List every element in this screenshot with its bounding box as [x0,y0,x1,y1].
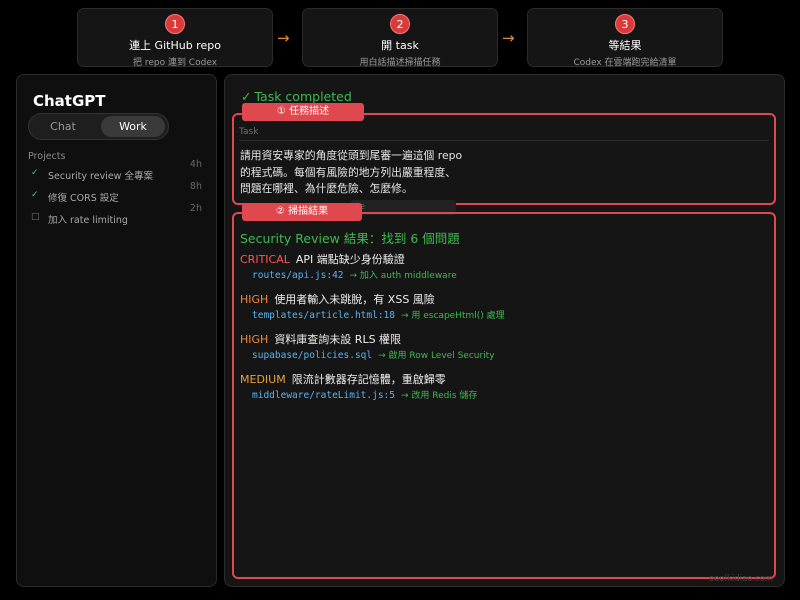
checkmark-icon: ✓ [31,168,39,178]
task-line: 請用資安專家的角度從頭到尾審一遍這個 repo [240,149,463,162]
projects-label: Projects [28,151,66,162]
fix-hint: → 改用 Redis 儲存 [401,391,478,401]
issue-detail: routes/api.js:42 → 加入 auth middleware [252,268,457,281]
issue-heading: CRITICAL API 端點缺少身份驗證 [240,251,405,267]
step-subtitle: 把 repo 連到 Codex [132,58,218,68]
toggle-chat[interactable]: Chat [31,116,95,137]
fix-hint: → 加入 auth middleware [349,271,457,281]
issue-detail: templates/article.html:18 → 用 escapeHtml(… [252,308,505,321]
fix-hint: → 啟用 Row Level Security [378,351,495,361]
sidebar: ChatGPT Chat Work Projects ✓ Security re… [16,74,217,587]
step-title: 連上 GitHub repo [129,39,221,52]
file-path[interactable]: middleware/rateLimit.js:5 [252,390,395,401]
step-3-card: 3 等結果 Codex 在雲端跑完給清單 [527,8,723,68]
arrow-right-icon: → [277,29,290,47]
step-subtitle: 用白話描述掃描任務 [359,58,441,68]
project-time: 4h [189,159,202,170]
brand-title: ChatGPT [33,92,106,110]
project-item[interactable]: □ 加入 rate limiting 2h [28,203,208,227]
file-path[interactable]: routes/api.js:42 [252,270,344,281]
issue-heading: MEDIUM 限流計數器存記憶體，重啟歸零 [240,371,446,387]
step-number-badge: 3 [615,14,635,34]
pending-box-icon: □ [31,212,40,222]
task-label: Task [239,127,259,137]
issue-title: 限流計數器存記憶體，重啟歸零 [291,373,446,386]
issue-detail: middleware/rateLimit.js:5 → 改用 Redis 儲存 [252,388,477,401]
task-tag: ① 任務描述 [242,103,364,121]
file-path[interactable]: templates/article.html:18 [252,310,395,321]
task-line: 問題在哪裡、為什麼危險、怎麼修。 [240,182,413,195]
fix-hint: → 用 escapeHtml() 處理 [401,311,505,321]
issue-title: API 端點缺少身份驗證 [295,253,405,266]
watermark: ooolkidiao.com [709,574,774,584]
mode-toggle[interactable]: Chat Work [28,113,169,140]
step-2-card: 2 開 task 用白話描述掃描任務 [302,8,498,68]
project-name: 修復 CORS 設定 [48,193,119,204]
result-title: Security Review 結果：找到 6 個問題 [240,231,460,246]
project-time: 2h [189,203,202,214]
checkmark-icon: ✓ [31,190,39,200]
toggle-work[interactable]: Work [101,116,165,137]
step-subtitle: Codex 在雲端跑完給清單 [573,58,677,68]
issue-heading: HIGH 使用者輸入未跳脫，有 XSS 風險 [240,291,435,307]
task-line: 的程式碼。每個有風險的地方列出嚴重程度、 [240,165,456,179]
arrow-right-icon: → [502,29,515,47]
project-time: 8h [189,181,202,192]
step-number-badge: 1 [165,14,185,34]
project-name: Security review 全專案 [48,171,153,182]
severity-badge: HIGH [240,293,269,306]
check-icon: ✓ [241,89,252,104]
project-item[interactable]: ✓ Security review 全專案 4h [28,159,208,183]
severity-badge: MEDIUM [240,373,286,386]
task-completed-status: ✓ Task completed [241,89,352,104]
issue-detail: supabase/policies.sql → 啟用 Row Level Secu… [252,348,495,361]
divider [239,140,769,141]
severity-badge: HIGH [240,333,269,346]
step-number-badge: 2 [390,14,410,34]
project-item[interactable]: ✓ 修復 CORS 設定 8h [28,181,208,205]
step-title: 等結果 [608,39,642,52]
results-tag: ② 掃描結果 [242,203,362,221]
task-description: 請用資安專家的角度從頭到尾審一遍這個 repo 的程式碼。每個有風險的地方列出嚴… [240,148,760,198]
issue-heading: HIGH 資料庫查詢未設 RLS 權限 [240,331,401,347]
project-name: 加入 rate limiting [48,215,128,226]
issue-title: 使用者輸入未跳脫，有 XSS 風險 [274,293,435,306]
step-title: 開 task [381,39,419,52]
severity-badge: CRITICAL [240,253,290,266]
file-path[interactable]: supabase/policies.sql [252,350,372,361]
issue-title: 資料庫查詢未設 RLS 權限 [274,333,402,346]
step-1-card: 1 連上 GitHub repo 把 repo 連到 Codex [77,8,273,68]
completed-label: Task completed [254,89,352,104]
